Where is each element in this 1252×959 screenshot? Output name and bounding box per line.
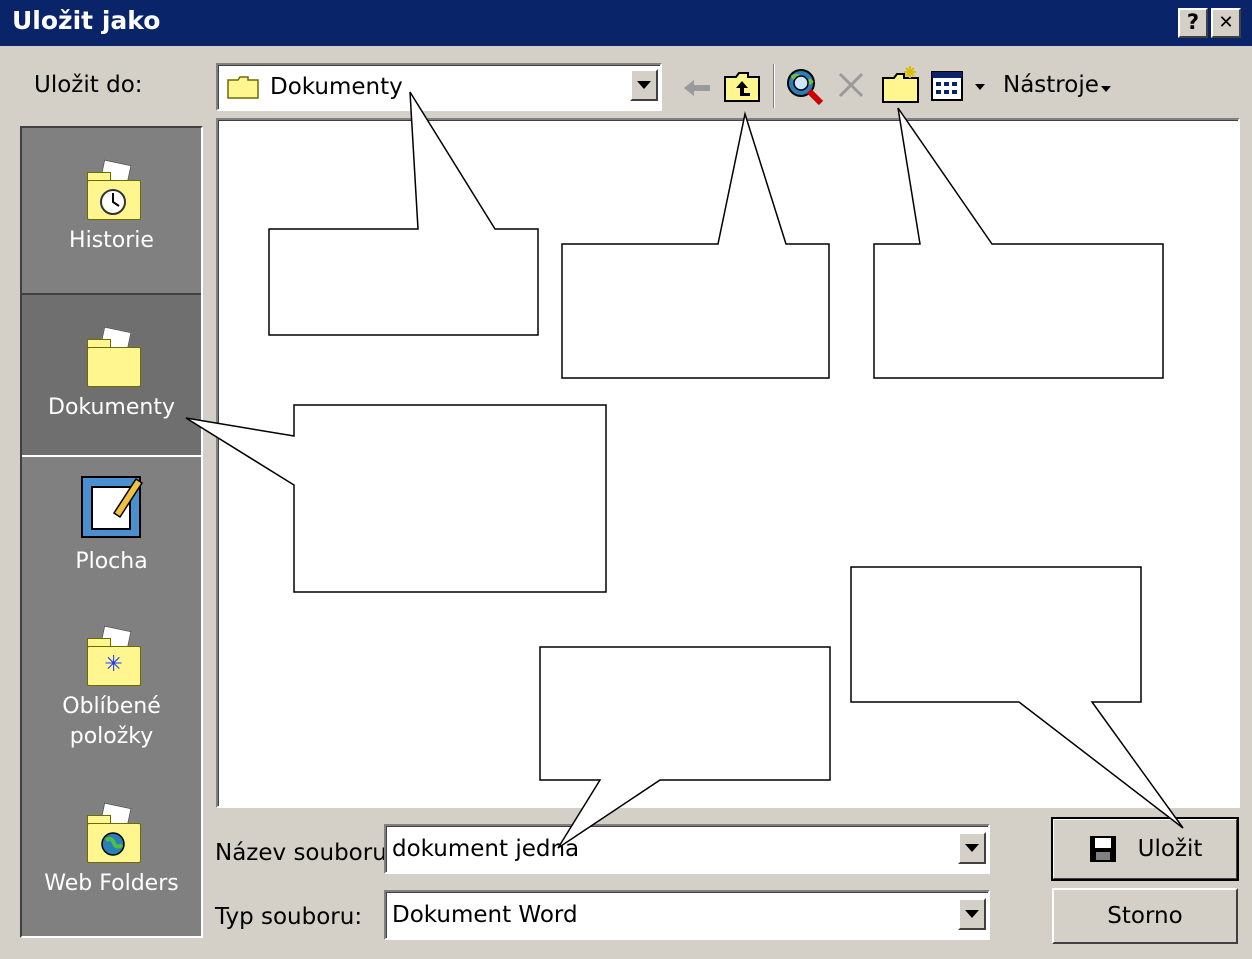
views-icon[interactable] bbox=[930, 70, 964, 102]
place-label: Web Folders bbox=[44, 871, 179, 896]
web-folders-icon bbox=[83, 802, 141, 863]
tools-dropdown-icon[interactable] bbox=[1100, 84, 1112, 94]
favorites-folder-icon: ✳ bbox=[83, 625, 141, 686]
place-label: Dokumenty bbox=[48, 395, 175, 420]
window-title: Uložit jako bbox=[12, 6, 161, 35]
filename-combobox[interactable]: dokument jedna bbox=[384, 824, 990, 874]
toolbar-separator bbox=[773, 64, 775, 108]
desktop-icon bbox=[80, 476, 143, 538]
save-in-label: Uložit do: bbox=[34, 72, 143, 98]
place-dokumenty[interactable]: Dokumenty bbox=[22, 293, 201, 457]
filetype-label: Typ souboru: bbox=[215, 904, 363, 930]
save-button[interactable]: Uložit bbox=[1051, 817, 1239, 881]
place-label: Oblíbené položky bbox=[62, 694, 161, 749]
tools-menu-label: Nástroje bbox=[1003, 72, 1099, 98]
views-dropdown-icon[interactable] bbox=[974, 82, 986, 92]
location-value: Dokumenty bbox=[270, 74, 403, 100]
place-oblibene[interactable]: ✳ Oblíbené položky bbox=[22, 618, 201, 793]
search-web-icon[interactable] bbox=[784, 66, 824, 106]
place-plocha[interactable]: Plocha bbox=[22, 463, 201, 603]
place-historie[interactable]: Historie bbox=[22, 138, 201, 293]
places-bar: Historie Dokumenty Plocha ✳ Oblíbené pol… bbox=[20, 126, 203, 938]
place-label: Plocha bbox=[75, 549, 148, 574]
place-label: Historie bbox=[69, 228, 154, 253]
tools-menu[interactable]: Nástroje bbox=[1003, 72, 1099, 98]
cancel-button[interactable]: Storno bbox=[1052, 888, 1238, 944]
folder-icon bbox=[227, 76, 259, 99]
filetype-value: Dokument Word bbox=[392, 902, 578, 928]
filename-label: Název souboru: bbox=[215, 840, 395, 866]
title-bar[interactable] bbox=[0, 0, 1252, 46]
history-folder-icon bbox=[83, 159, 141, 220]
file-list-area[interactable] bbox=[216, 118, 1240, 808]
up-one-level-icon[interactable] bbox=[722, 67, 762, 105]
cancel-button-label: Storno bbox=[1107, 903, 1183, 929]
delete-icon[interactable] bbox=[836, 70, 866, 100]
back-arrow-icon[interactable] bbox=[682, 76, 714, 100]
floppy-disk-icon bbox=[1089, 836, 1116, 862]
filetype-combobox[interactable]: Dokument Word bbox=[384, 890, 990, 940]
close-button[interactable]: ✕ bbox=[1211, 8, 1241, 38]
place-web-folders[interactable]: Web Folders bbox=[22, 793, 201, 933]
location-combobox[interactable]: Dokumenty bbox=[216, 63, 662, 111]
help-button[interactable]: ? bbox=[1178, 8, 1208, 38]
filename-dropdown-button[interactable] bbox=[958, 832, 986, 864]
filename-input[interactable]: dokument jedna bbox=[392, 836, 579, 862]
save-button-label: Uložit bbox=[1137, 836, 1203, 862]
new-folder-icon[interactable] bbox=[880, 64, 922, 106]
filetype-dropdown-button[interactable] bbox=[958, 898, 986, 930]
location-dropdown-button[interactable] bbox=[630, 69, 658, 101]
documents-folder-icon bbox=[83, 326, 141, 387]
